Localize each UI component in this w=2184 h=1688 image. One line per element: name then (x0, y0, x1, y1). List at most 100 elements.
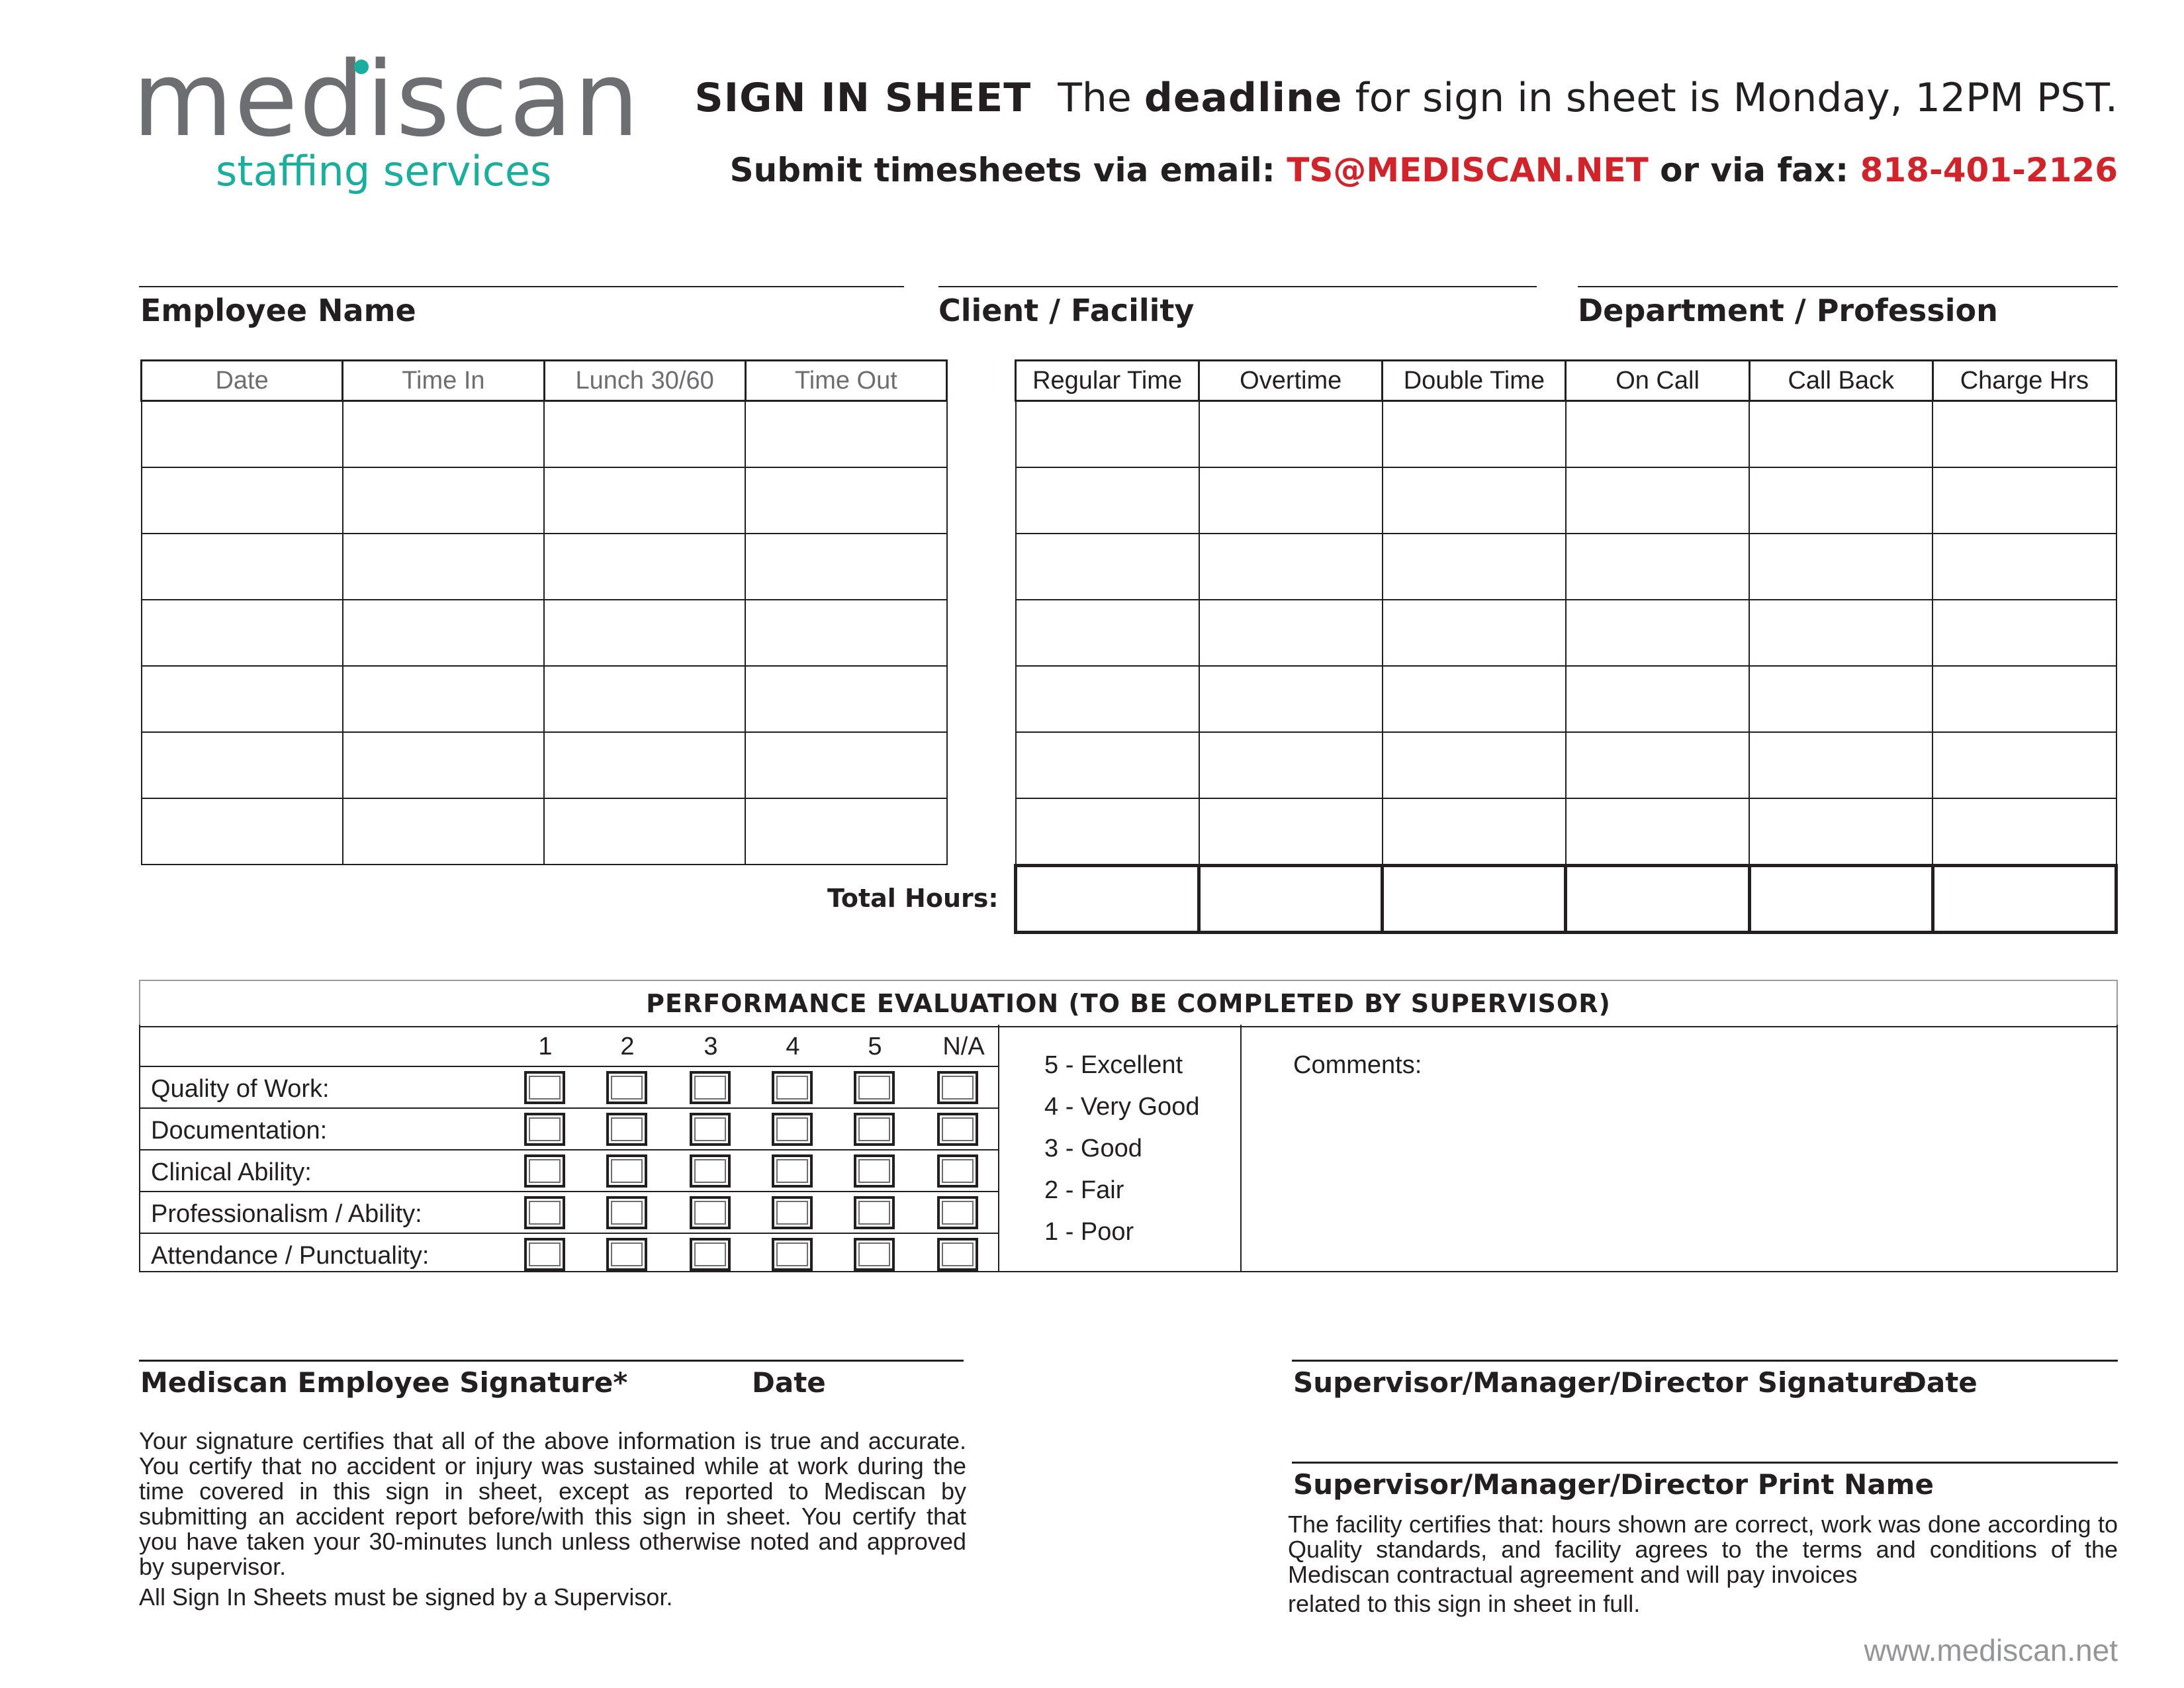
rating-checkbox[interactable] (937, 1113, 978, 1146)
hours-cell[interactable] (1565, 599, 1751, 667)
hours-cell[interactable] (1749, 467, 1934, 534)
time-in-cell[interactable] (341, 798, 545, 865)
hours-cell[interactable] (1565, 665, 1751, 733)
hours-cell[interactable] (1381, 599, 1567, 667)
lunch-cell[interactable] (543, 400, 747, 468)
rating-checkbox[interactable] (690, 1196, 731, 1229)
hours-cell[interactable] (1932, 731, 2117, 799)
time-out-cell[interactable] (745, 467, 948, 534)
rating-checkbox[interactable] (772, 1154, 813, 1188)
rating-checkbox[interactable] (606, 1196, 647, 1229)
submit-email[interactable]: TS@MEDISCAN.NET (1287, 151, 1648, 189)
hours-cell[interactable] (1198, 798, 1383, 867)
comments-field[interactable] (1244, 1086, 2111, 1268)
rating-checkbox[interactable] (690, 1238, 731, 1271)
rating-checkbox[interactable] (854, 1238, 895, 1271)
department-profession-field[interactable] (1578, 286, 2118, 287)
time-in-cell[interactable] (341, 731, 545, 799)
time-in-cell[interactable] (341, 665, 545, 733)
date-cell[interactable] (140, 400, 343, 468)
rating-checkbox[interactable] (854, 1071, 895, 1104)
date-cell[interactable] (140, 798, 343, 865)
hours-cell[interactable] (1015, 467, 1200, 534)
hours-cell[interactable] (1015, 400, 1200, 468)
total-cell[interactable] (1013, 864, 1201, 934)
time-out-cell[interactable] (745, 533, 948, 600)
rating-checkbox[interactable] (772, 1238, 813, 1271)
rating-checkbox[interactable] (772, 1113, 813, 1146)
time-in-cell[interactable] (341, 400, 545, 468)
hours-cell[interactable] (1198, 665, 1383, 733)
rating-checkbox[interactable] (606, 1238, 647, 1271)
lunch-cell[interactable] (543, 665, 747, 733)
total-cell[interactable] (1931, 864, 2118, 934)
time-in-cell[interactable] (341, 467, 545, 534)
rating-checkbox[interactable] (690, 1113, 731, 1146)
hours-cell[interactable] (1198, 400, 1383, 468)
hours-cell[interactable] (1381, 467, 1567, 534)
employee-name-field[interactable] (139, 286, 904, 287)
rating-checkbox[interactable] (524, 1154, 565, 1188)
hours-cell[interactable] (1015, 599, 1200, 667)
rating-checkbox[interactable] (606, 1113, 647, 1146)
time-out-cell[interactable] (745, 798, 948, 865)
date-cell[interactable] (140, 533, 343, 600)
total-cell[interactable] (1564, 864, 1751, 934)
lunch-cell[interactable] (543, 599, 747, 667)
time-in-cell[interactable] (341, 533, 545, 600)
hours-cell[interactable] (1198, 731, 1383, 799)
rating-checkbox[interactable] (524, 1071, 565, 1104)
hours-cell[interactable] (1565, 533, 1751, 600)
hours-cell[interactable] (1015, 533, 1200, 600)
hours-cell[interactable] (1749, 599, 1934, 667)
rating-checkbox[interactable] (690, 1154, 731, 1188)
date-cell[interactable] (140, 731, 343, 799)
hours-cell[interactable] (1015, 665, 1200, 733)
hours-cell[interactable] (1015, 731, 1200, 799)
rating-checkbox[interactable] (772, 1071, 813, 1104)
rating-checkbox[interactable] (937, 1196, 978, 1229)
date-cell[interactable] (140, 467, 343, 534)
hours-cell[interactable] (1749, 798, 1934, 867)
date-cell[interactable] (140, 599, 343, 667)
hours-cell[interactable] (1381, 400, 1567, 468)
rating-checkbox[interactable] (524, 1238, 565, 1271)
rating-checkbox[interactable] (854, 1196, 895, 1229)
hours-cell[interactable] (1749, 400, 1934, 468)
rating-checkbox[interactable] (854, 1154, 895, 1188)
hours-cell[interactable] (1381, 798, 1567, 867)
total-cell[interactable] (1747, 864, 1934, 934)
hours-cell[interactable] (1565, 400, 1751, 468)
time-out-cell[interactable] (745, 665, 948, 733)
hours-cell[interactable] (1749, 533, 1934, 600)
hours-cell[interactable] (1932, 599, 2117, 667)
time-out-cell[interactable] (745, 400, 948, 468)
hours-cell[interactable] (1198, 533, 1383, 600)
website-url[interactable]: www.mediscan.net (1864, 1635, 2118, 1665)
hours-cell[interactable] (1565, 467, 1751, 534)
time-in-cell[interactable] (341, 599, 545, 667)
hours-cell[interactable] (1932, 665, 2117, 733)
rating-checkbox[interactable] (606, 1154, 647, 1188)
total-cell[interactable] (1381, 864, 1568, 934)
total-cell[interactable] (1197, 864, 1385, 934)
supervisor-print-name-line[interactable] (1292, 1462, 2118, 1464)
rating-checkbox[interactable] (606, 1071, 647, 1104)
lunch-cell[interactable] (543, 798, 747, 865)
hours-cell[interactable] (1381, 533, 1567, 600)
hours-cell[interactable] (1932, 798, 2117, 867)
time-out-cell[interactable] (745, 599, 948, 667)
hours-cell[interactable] (1198, 599, 1383, 667)
rating-checkbox[interactable] (690, 1071, 731, 1104)
lunch-cell[interactable] (543, 731, 747, 799)
supervisor-signature-line[interactable] (1292, 1360, 2118, 1362)
rating-checkbox[interactable] (937, 1238, 978, 1271)
hours-cell[interactable] (1381, 665, 1567, 733)
rating-checkbox[interactable] (772, 1196, 813, 1229)
rating-checkbox[interactable] (854, 1113, 895, 1146)
hours-cell[interactable] (1749, 731, 1934, 799)
hours-cell[interactable] (1381, 731, 1567, 799)
hours-cell[interactable] (1932, 400, 2117, 468)
time-out-cell[interactable] (745, 731, 948, 799)
date-cell[interactable] (140, 665, 343, 733)
